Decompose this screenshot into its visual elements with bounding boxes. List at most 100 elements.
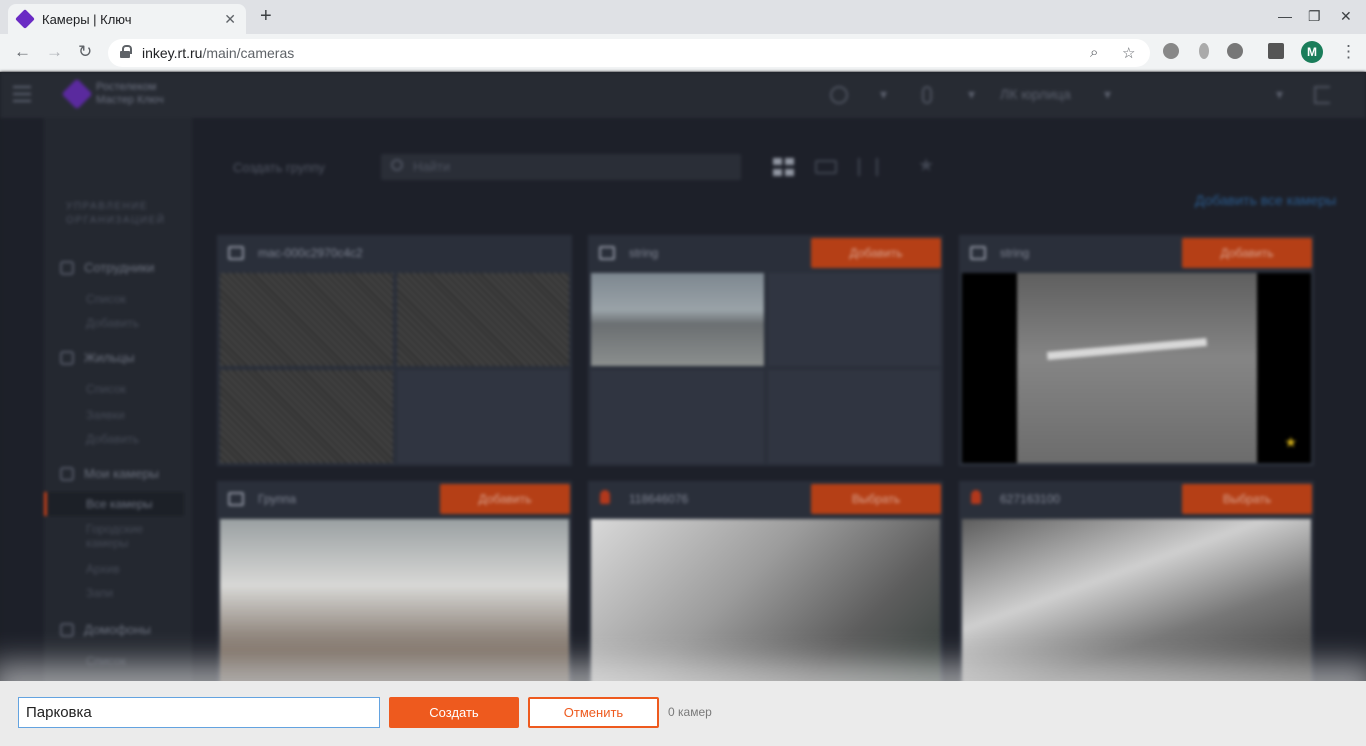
browser-address-bar: ← → ↻ inkey.rt.ru/main/cameras ⌕ ☆ M ⋮ [0, 34, 1366, 72]
select-camera-button[interactable]: Выбрать [1182, 484, 1312, 514]
favorite-star-icon[interactable]: ★ [1284, 434, 1297, 451]
sidebar-item-label: Жильцы [84, 350, 135, 365]
empty-thumbnail [767, 273, 940, 366]
chevron-down-icon-2[interactable]: ▾ [968, 86, 975, 103]
camera-thumbnail[interactable] [220, 370, 393, 463]
sidebar-subitem[interactable]: Список [86, 654, 126, 668]
camera-thumbnail[interactable] [220, 273, 393, 366]
hamburger-menu-icon[interactable] [13, 86, 31, 102]
camera-card[interactable]: string Добавить ★ [959, 235, 1314, 466]
create-group-bar: Создать Отменить 0 камер [0, 681, 1366, 746]
camera-name: string [1000, 246, 1030, 260]
camera-name: mac-000c2970c4c2 [258, 246, 363, 260]
globe-icon[interactable] [830, 86, 848, 104]
extension-icon[interactable] [1163, 43, 1179, 59]
list-view-icon[interactable] [815, 160, 837, 174]
sidebar-subitem[interactable]: Запи [86, 586, 113, 600]
browser-menu-icon[interactable]: ⋮ [1340, 42, 1357, 62]
camera-image [1017, 273, 1257, 463]
card-header: Группа Добавить [217, 481, 572, 517]
reading-list-icon[interactable] [1268, 43, 1284, 59]
site-favicon-icon [15, 9, 35, 29]
new-tab-button[interactable]: + [260, 5, 272, 28]
cancel-button[interactable]: Отменить [528, 697, 659, 728]
camera-preview[interactable]: ★ [962, 273, 1311, 463]
camera-card[interactable]: Группа Добавить [217, 481, 572, 712]
camera-thumbnails [220, 273, 569, 463]
sidebar-item-residents[interactable]: Жильцы [60, 350, 134, 365]
grid-view-icon[interactable] [773, 158, 795, 176]
sidebar: УПРАВЛЕНИЕ ОРГАНИЗАЦИЕЙ Сотрудники Списо… [44, 118, 192, 746]
sidebar-subitem[interactable]: Архив [86, 562, 120, 576]
sidebar-item-intercoms[interactable]: Домофоны [60, 622, 151, 637]
camera-card[interactable]: string Добавить [588, 235, 943, 466]
camera-search-input[interactable]: Найти [381, 154, 741, 180]
user-chevron-icon[interactable]: ▾ [1276, 86, 1283, 103]
sidebar-subitem[interactable]: Список [86, 292, 126, 306]
create-button[interactable]: Создать [389, 697, 519, 728]
group-cube-icon [228, 492, 244, 506]
search-icon [391, 159, 403, 171]
sidebar-subitem[interactable]: Заявки [86, 408, 125, 422]
sidebar-item-label: Домофоны [84, 622, 151, 637]
chevron-down-icon[interactable]: ▾ [880, 86, 887, 103]
group-name-input[interactable] [18, 697, 380, 728]
url-text: inkey.rt.ru/main/cameras [142, 45, 294, 61]
forward-button[interactable]: → [46, 42, 63, 62]
create-group-link[interactable]: Создать группу [233, 160, 325, 175]
add-camera-button[interactable]: Добавить [1182, 238, 1312, 268]
sidebar-subitem[interactable]: Городские камеры [86, 522, 176, 550]
sidebar-subitem[interactable]: Добавить [86, 316, 139, 330]
bookmark-star-icon[interactable]: ☆ [1122, 44, 1135, 62]
residents-icon [60, 350, 74, 365]
card-header: string Добавить [588, 235, 943, 271]
url-domain: inkey.rt.ru [142, 45, 203, 61]
card-header: string Добавить [959, 235, 1314, 271]
url-path: /main/cameras [202, 45, 295, 61]
add-all-cameras-link[interactable]: Добавить все камеры [1195, 192, 1336, 208]
camera-name: 627163100 [1000, 492, 1061, 506]
camera-thumbnail[interactable] [396, 273, 569, 366]
sidebar-section-title: УПРАВЛЕНИЕ ОРГАНИЗАЦИЕЙ [66, 201, 166, 226]
rostelecom-logo-icon [61, 78, 93, 110]
employees-icon [60, 260, 74, 275]
app-header: Ростелеком Мастер Ключ ▾ ▾ ЛК юрлица ▾ ▾ [0, 72, 1366, 118]
camera-thumbnails [591, 273, 940, 463]
card-header: 118646076 Выбрать [588, 481, 943, 517]
extension-arrow-icon[interactable] [1199, 43, 1209, 59]
window-close-button[interactable]: ✕ [1340, 8, 1352, 25]
camera-card[interactable]: 627163100 Выбрать [959, 481, 1314, 712]
zoom-icon[interactable]: ⌕ [1090, 44, 1098, 61]
sidebar-subitem-all-cameras[interactable]: Все камеры [44, 492, 184, 516]
select-camera-button[interactable]: Выбрать [811, 484, 941, 514]
sidebar-subitem[interactable]: Список [86, 382, 126, 396]
sort-icon[interactable] [858, 158, 878, 176]
sidebar-item-my-cameras[interactable]: Мои камеры [60, 466, 159, 481]
tab-close-icon[interactable]: ✕ [224, 11, 236, 28]
sidebar-item-employees[interactable]: Сотрудники [60, 260, 154, 275]
window-minimize-button[interactable]: — [1278, 8, 1292, 24]
card-header: 627163100 Выбрать [959, 481, 1314, 517]
camera-card[interactable]: mac-000c2970c4c2 [217, 235, 572, 466]
reload-button[interactable]: ↻ [78, 42, 92, 62]
browser-tab[interactable]: Камеры | Ключ ✕ [8, 4, 246, 34]
camera-thumbnail[interactable] [591, 273, 764, 366]
back-button[interactable]: ← [14, 42, 31, 62]
account-chevron-icon[interactable]: ▾ [1104, 86, 1111, 103]
extension-icon-2[interactable] [1227, 43, 1243, 59]
favorites-filter-icon[interactable]: ★ [918, 155, 940, 175]
lightbulb-icon[interactable] [922, 86, 932, 104]
sidebar-subitem[interactable]: Добавить [86, 432, 139, 446]
account-selector[interactable]: ЛК юрлица [1000, 86, 1071, 102]
app-background: Ростелеком Мастер Ключ ▾ ▾ ЛК юрлица ▾ ▾… [0, 72, 1366, 746]
add-camera-button[interactable]: Добавить [440, 484, 570, 514]
logout-icon[interactable] [1314, 86, 1330, 104]
camera-card[interactable]: 118646076 Выбрать [588, 481, 943, 712]
profile-avatar[interactable]: M [1301, 41, 1323, 63]
logo-line-2: Мастер Ключ [96, 94, 164, 106]
window-restore-button[interactable]: ❐ [1308, 8, 1321, 25]
intercom-device-icon [228, 246, 244, 260]
location-pin-icon [600, 490, 610, 504]
add-camera-button[interactable]: Добавить [811, 238, 941, 268]
url-field[interactable]: inkey.rt.ru/main/cameras ⌕ ☆ [108, 39, 1150, 67]
